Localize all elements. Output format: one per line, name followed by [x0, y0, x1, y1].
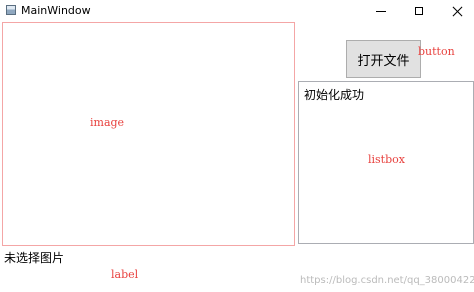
close-button[interactable] — [438, 0, 474, 22]
maximize-icon — [415, 7, 423, 15]
open-file-button[interactable]: 打开文件 — [346, 40, 421, 78]
list-item[interactable]: 初始化成功 — [304, 86, 364, 103]
button-annotation: button — [418, 45, 455, 58]
close-icon — [452, 6, 463, 17]
window-title: MainWindow — [21, 4, 91, 17]
image-display — [2, 22, 295, 246]
minimize-button[interactable] — [362, 0, 400, 22]
title-bar[interactable]: MainWindow — [0, 0, 474, 22]
label-annotation: label — [111, 268, 139, 281]
listbox-annotation: listbox — [368, 153, 405, 166]
window-app-icon — [6, 5, 16, 15]
minimize-icon — [376, 10, 386, 12]
status-label: 未选择图片 — [4, 251, 65, 265]
image-annotation: image — [90, 116, 125, 129]
main-window: MainWindow image 打开文件 button 初始化成功 listb… — [0, 0, 474, 292]
watermark: https://blog.csdn.net/qq_38000422 — [300, 275, 474, 286]
maximize-button[interactable] — [400, 0, 438, 22]
